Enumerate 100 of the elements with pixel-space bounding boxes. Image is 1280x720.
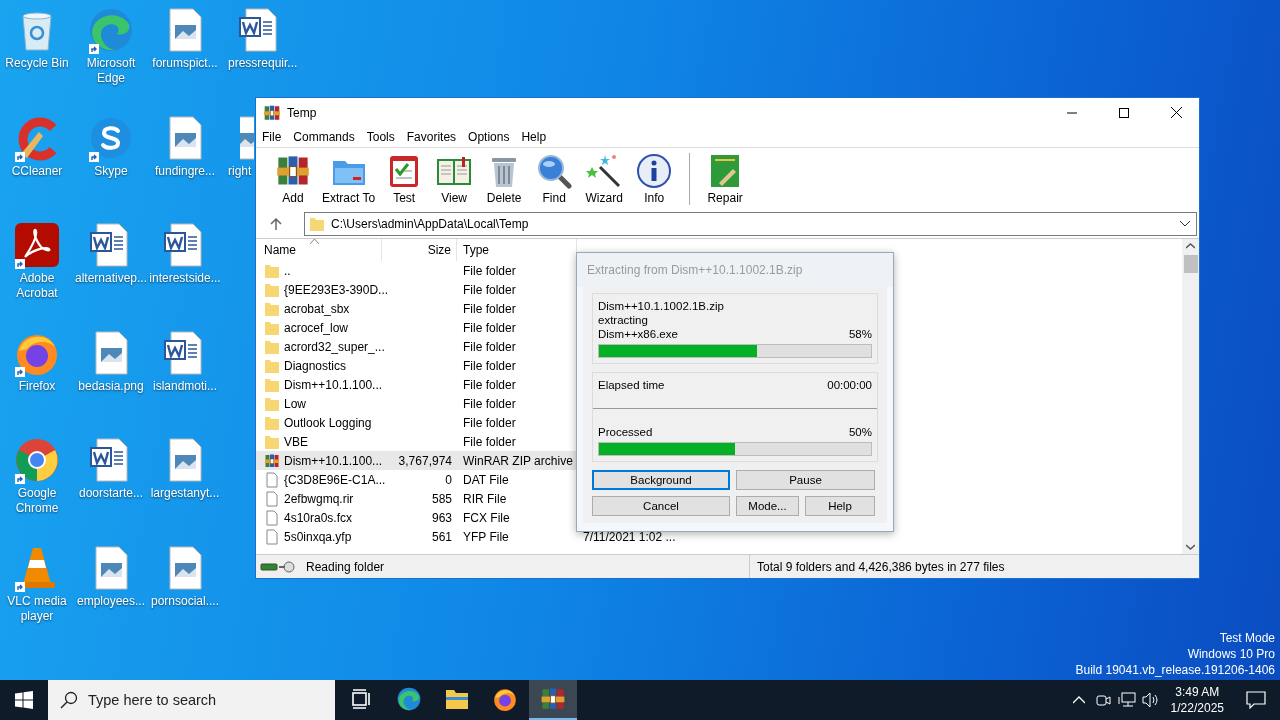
icon-label: alternativep...	[75, 271, 147, 287]
dialog-button[interactable]: Cancel	[592, 496, 730, 516]
menu-item[interactable]: File	[258, 127, 290, 147]
edge-icon	[396, 686, 422, 712]
dialog-button[interactable]: Background	[592, 470, 730, 490]
file-size: 585	[431, 491, 452, 506]
file-type: File folder	[463, 377, 516, 392]
folder-icon	[264, 357, 280, 374]
column-header[interactable]: Name	[256, 239, 382, 261]
dialog-button[interactable]: Help	[805, 496, 875, 516]
icon-label: islandmoti...	[152, 378, 218, 394]
file-row[interactable]: Diagnostics File folder	[256, 356, 583, 375]
file-row[interactable]: 5s0inxqa.yfp 561 YFP File 7/11/2021 1:02 ...	[256, 527, 676, 546]
file-type: DAT File	[463, 472, 509, 487]
file-icon	[264, 528, 280, 545]
icon-label: VLC media player	[6, 593, 68, 624]
file-type: File folder	[463, 396, 516, 411]
toolbar-button[interactable]: Test	[379, 153, 430, 205]
file-row[interactable]: 4s10ra0s.fcx 963 FCX File	[256, 508, 583, 527]
toolbar-button[interactable]: View	[429, 153, 480, 205]
file-row[interactable]: acrocef_low File folder	[256, 318, 583, 337]
archive-name: Dism++10.1.1002.1B.zip	[598, 299, 725, 313]
file-row[interactable]: Dism++10.1.100... File folder	[256, 375, 583, 394]
scrollbar[interactable]	[1182, 239, 1199, 554]
file-name: VBE	[284, 434, 308, 449]
menu-item[interactable]: Commands	[289, 127, 363, 147]
file-type: File folder	[463, 301, 516, 316]
up-arrow-icon	[270, 218, 282, 230]
file-row[interactable]: Outlook Logging File folder	[256, 413, 583, 432]
file-type: File folder	[463, 320, 516, 335]
file-modified: 7/11/2021 1:02 ...	[583, 529, 676, 544]
current-file: Dism++x86.exe	[598, 327, 678, 341]
menu-item[interactable]: Favorites	[402, 127, 465, 147]
file-row[interactable]: VBE File folder	[256, 432, 583, 451]
file-type: FCX File	[463, 510, 510, 525]
file-size: 561	[431, 529, 452, 544]
toolbar-button[interactable]: Info	[629, 153, 680, 205]
file-row[interactable]: Dism++10.1.100... 3,767,974 WinRAR ZIP archive	[256, 451, 583, 470]
file-name: {C3D8E96E-C1A...	[284, 472, 386, 487]
file-type: File folder	[463, 415, 516, 430]
folder-icon	[264, 281, 280, 298]
folder-icon	[264, 433, 280, 450]
scroll-down-icon	[1186, 544, 1195, 550]
elapsed-label: Elapsed time	[598, 378, 665, 392]
search-field[interactable]: Type here to search	[48, 680, 335, 720]
toolbar-button[interactable]: Wizard	[579, 153, 630, 205]
file-row[interactable]: acrobat_sbx File folder	[256, 299, 583, 318]
os-info-text: Windows 10 Pro	[1187, 646, 1275, 662]
books-icon	[264, 452, 280, 469]
file-type: File folder	[463, 434, 516, 449]
file-name: Diagnostics	[284, 358, 347, 373]
file-row[interactable]: {C3D8E96E-C1A... 0 DAT File	[256, 470, 583, 489]
os-info-text: Test Mode	[1219, 630, 1275, 646]
toolbar-button[interactable]: Extract To	[318, 153, 380, 205]
chevron-up-icon	[1072, 696, 1085, 704]
folder-icon	[264, 300, 280, 317]
toolbar-button[interactable]: Add	[268, 153, 318, 205]
file-row[interactable]: acrord32_super_... File folder	[256, 337, 583, 356]
dialog-button[interactable]: Pause	[736, 470, 875, 490]
percent-text: 50%	[848, 425, 872, 439]
menu-item[interactable]: Options	[464, 127, 518, 147]
camera-icon	[1094, 692, 1111, 708]
os-info-text: Build 19041.vb_release.191206-1406	[1075, 662, 1275, 678]
file-type: YFP File	[463, 529, 509, 544]
address-field[interactable]: C:\Users\admin\AppData\Local\Temp	[304, 212, 1197, 236]
file-name: acrord32_super_...	[284, 339, 385, 354]
network-icon	[1117, 692, 1136, 708]
icon-label: doorstarte...	[78, 486, 144, 502]
folder-icon	[309, 216, 325, 232]
toolbar-button[interactable]: Delete	[479, 153, 530, 205]
file-row[interactable]: Low File folder	[256, 394, 583, 413]
file-name: ..	[284, 263, 291, 278]
file-name: {9EE293E3-390D...	[284, 282, 389, 297]
file-name: acrobat_sbx	[284, 301, 350, 316]
scroll-thumb[interactable]	[1183, 255, 1198, 273]
menu-item[interactable]: Help	[517, 127, 555, 147]
toolbar-button[interactable]: Find	[529, 153, 580, 205]
column-header[interactable]: Size	[382, 239, 457, 261]
dialog-title: Extracting from Dism++10.1.1002.1B.zip	[577, 253, 893, 287]
dialog-button[interactable]: Mode...	[736, 496, 799, 516]
task-view-icon	[350, 688, 372, 710]
icon-label: pressrequir...	[227, 56, 298, 71]
icon-label: Skype	[93, 163, 129, 179]
elapsed-time: 00:00:00	[827, 378, 872, 392]
toolbar-button[interactable]: Repair	[700, 153, 751, 205]
icon-label: right	[227, 163, 252, 179]
file-name: 4s10ra0s.fcx	[284, 510, 353, 525]
file-icon	[264, 471, 280, 488]
icon-label: Microsoft Edge	[85, 56, 137, 86]
file-size: 963	[431, 510, 452, 525]
file-name: Dism++10.1.100...	[284, 453, 383, 468]
processed-label: Processed	[598, 425, 653, 439]
menu-item[interactable]: Tools	[362, 127, 403, 147]
window-title: Temp	[287, 105, 317, 120]
file-row[interactable]: 2efbwgmq.rir 585 RIR File	[256, 489, 583, 508]
status-text: Reading folder	[306, 559, 385, 574]
books-icon	[263, 103, 281, 122]
clock[interactable]: 3:49 AM 1/22/2025	[1162, 684, 1232, 716]
file-type: File folder	[463, 263, 516, 278]
icon-label: Adobe Acrobat	[15, 271, 59, 302]
